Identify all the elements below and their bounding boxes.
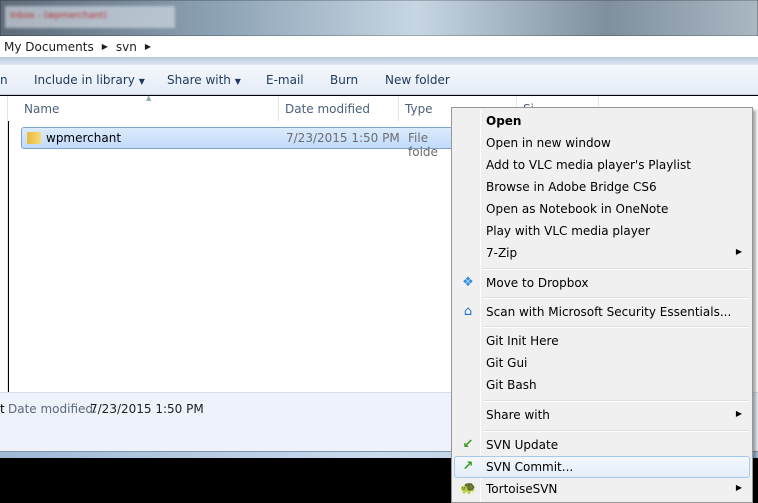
share-with-button[interactable]: Share with ▼ (167, 73, 241, 87)
menu-label: Browse in Adobe Bridge CS6 (486, 180, 657, 194)
menu-label: Open in new window (486, 136, 611, 150)
menu-label: Share with (486, 408, 550, 422)
svn-update-icon: ↙ (462, 437, 474, 452)
include-in-library-label: Include in library (34, 72, 135, 87)
submenu-arrow-icon: ▶ (735, 409, 742, 418)
file-row-wpmerchant[interactable]: wpmerchant 7/23/2015 1:50 PM File folde (21, 127, 461, 159)
menu-item-open-new-window[interactable]: Open in new window (454, 132, 750, 154)
menu-item-open[interactable]: Open (454, 110, 750, 132)
file-date: 7/23/2015 1:50 PM (286, 131, 400, 145)
menu-item-tortoisesvn[interactable]: 🐢 TortoiseSVN ▶ (454, 478, 750, 500)
menu-label: TortoiseSVN (486, 482, 558, 496)
column-divider[interactable] (278, 96, 279, 121)
context-menu: Open Open in new window Add to VLC media… (451, 107, 753, 503)
menu-item-security-essentials[interactable]: ⌂ Scan with Microsoft Security Essentials… (454, 301, 750, 323)
menu-item-onenote[interactable]: Open as Notebook in OneNote (454, 198, 750, 220)
submenu-arrow-icon: ▶ (735, 483, 742, 492)
svn-commit-icon: ↗ (462, 459, 474, 474)
details-date-label: Date modified: (8, 402, 98, 416)
menu-label: Scan with Microsoft Security Essentials.… (486, 305, 732, 319)
column-divider[interactable] (398, 96, 399, 121)
menu-label: Git Bash (486, 378, 537, 392)
menu-label: Open as Notebook in OneNote (486, 202, 669, 216)
details-date-value: 7/23/2015 1:50 PM (90, 402, 204, 416)
email-button[interactable]: E-mail (266, 73, 304, 87)
menu-label: 7-Zip (486, 246, 518, 260)
chevron-right-icon[interactable]: ▶ (145, 42, 151, 51)
menu-item-svn-commit[interactable]: ↗ SVN Commit... (454, 456, 750, 478)
toolbar-top-strip (0, 58, 758, 65)
chevron-right-icon[interactable]: ▶ (102, 42, 108, 51)
menu-item-git-gui[interactable]: Git Gui (454, 352, 750, 374)
chevron-down-icon: ▼ (138, 76, 145, 86)
menu-separator (483, 326, 749, 328)
menu-item-adobe-bridge[interactable]: Browse in Adobe Bridge CS6 (454, 176, 750, 198)
navigation-pane-edge[interactable] (0, 96, 8, 392)
menu-label: Play with VLC media player (486, 224, 651, 238)
chevron-down-icon: ▼ (234, 76, 241, 86)
file-name: wpmerchant (46, 131, 122, 145)
dropbox-icon: ❖ (462, 275, 474, 290)
command-bar: n Include in library ▼ Share with ▼ E-ma… (0, 65, 758, 95)
menu-item-play-vlc[interactable]: Play with VLC media player (454, 220, 750, 242)
tortoisesvn-icon: 🐢 (460, 481, 477, 496)
security-essentials-icon: ⌂ (463, 304, 473, 319)
column-name[interactable]: Name (24, 102, 59, 116)
truncated-button[interactable]: n (0, 73, 8, 87)
menu-item-git-bash[interactable]: Git Bash (454, 374, 750, 396)
menu-separator (483, 400, 749, 402)
menu-label: SVN Commit... (486, 460, 574, 474)
menu-label: SVN Update (486, 438, 559, 452)
menu-label: Add to VLC media player's Playlist (486, 158, 691, 172)
menu-label: Git Init Here (486, 334, 559, 348)
column-type[interactable]: Type (405, 102, 433, 116)
submenu-arrow-icon: ▶ (735, 247, 742, 256)
menu-separator (483, 430, 749, 432)
address-bar[interactable]: My Documents ▶ svn ▶ (0, 36, 758, 58)
title-bar: Inbox - (wpmerchant) (0, 0, 758, 36)
column-date-modified[interactable]: Date modified (285, 102, 370, 116)
menu-item-svn-update[interactable]: ↙ SVN Update (454, 434, 750, 456)
menu-item-share-with[interactable]: Share with ▶ (454, 404, 750, 426)
folder-icon (27, 132, 41, 144)
share-with-label: Share with (167, 72, 231, 87)
sort-ascending-icon: ▲ (146, 94, 152, 102)
menu-item-git-init[interactable]: Git Init Here (454, 330, 750, 352)
details-truncated: t (0, 402, 5, 416)
burn-button[interactable]: Burn (330, 73, 358, 87)
menu-label: Open (486, 114, 522, 128)
new-folder-button[interactable]: New folder (385, 73, 450, 87)
breadcrumb-svn[interactable]: svn (116, 40, 137, 54)
include-in-library-button[interactable]: Include in library ▼ (34, 73, 145, 87)
menu-item-7zip[interactable]: 7-Zip ▶ (454, 242, 750, 264)
menu-label: Move to Dropbox (486, 276, 589, 290)
menu-separator (483, 297, 749, 299)
menu-item-add-vlc-playlist[interactable]: Add to VLC media player's Playlist (454, 154, 750, 176)
blurred-tab: Inbox - (wpmerchant) (5, 6, 175, 28)
menu-label: Git Gui (486, 356, 528, 370)
menu-separator (483, 268, 749, 270)
breadcrumb-my-documents[interactable]: My Documents (4, 40, 94, 54)
menu-item-dropbox[interactable]: ❖ Move to Dropbox (454, 272, 750, 294)
